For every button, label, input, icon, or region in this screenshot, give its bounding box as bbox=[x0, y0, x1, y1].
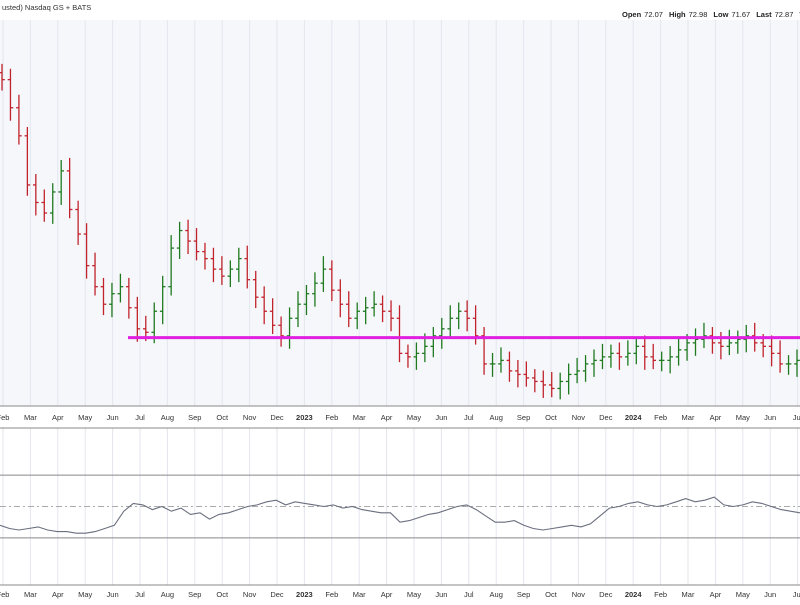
x-tick-label: Jun bbox=[764, 590, 776, 599]
x-tick-label: Mar bbox=[24, 413, 37, 422]
ohlc-value: 72.98 bbox=[689, 10, 708, 19]
ohlc-value: 71.67 bbox=[731, 10, 750, 19]
ohlc-label: Low bbox=[713, 10, 728, 19]
x-tick-label: Apr bbox=[710, 590, 722, 599]
ohlc-value: 72.07 bbox=[644, 10, 663, 19]
x-tick-label: Oct bbox=[216, 590, 229, 599]
x-tick-label: Apr bbox=[381, 413, 393, 422]
ohlc-label: Last bbox=[756, 10, 772, 19]
x-tick-label: Jun bbox=[107, 413, 119, 422]
x-tick-label: May bbox=[407, 413, 421, 422]
x-tick-label: Oct bbox=[545, 590, 558, 599]
x-tick-label: May bbox=[736, 413, 750, 422]
x-tick-label: Jun bbox=[435, 413, 447, 422]
x-tick-label: Apr bbox=[381, 590, 393, 599]
x-tick-label: Nov bbox=[572, 413, 586, 422]
x-tick-label: 2023 bbox=[296, 590, 313, 599]
ohlc-value: 72.87 bbox=[775, 10, 794, 19]
x-tick-label: Sep bbox=[188, 413, 201, 422]
x-tick-label: Jul bbox=[464, 413, 474, 422]
price-chart[interactable]: usted) Nasdaq GS + BATS Open 72.07 High 72.… bbox=[0, 0, 800, 600]
x-tick-label: Apr bbox=[52, 590, 64, 599]
x-tick-label: May bbox=[407, 590, 421, 599]
x-tick-label: Sep bbox=[517, 590, 530, 599]
x-tick-label: Oct bbox=[545, 413, 558, 422]
x-tick-label: Sep bbox=[517, 413, 530, 422]
x-tick-label: Mar bbox=[24, 590, 37, 599]
x-tick-label: Mar bbox=[682, 590, 695, 599]
x-tick-label: May bbox=[78, 590, 92, 599]
x-tick-label: May bbox=[736, 590, 750, 599]
x-tick-label: Aug bbox=[161, 590, 174, 599]
x-tick-label: Jul bbox=[135, 590, 145, 599]
x-tick-label: Dec bbox=[270, 413, 284, 422]
x-tick-label: Jun bbox=[435, 590, 447, 599]
x-tick-label: 2024 bbox=[625, 590, 643, 599]
x-tick-label: Jun bbox=[764, 413, 776, 422]
x-tick-label: Oct bbox=[216, 413, 229, 422]
price-panel bbox=[0, 20, 800, 406]
x-tick-label: Jul bbox=[793, 413, 800, 422]
ohlc-label: High bbox=[669, 10, 686, 19]
x-tick-label: Nov bbox=[572, 590, 586, 599]
x-tick-label: Aug bbox=[161, 413, 174, 422]
x-tick-label: Jun bbox=[107, 590, 119, 599]
x-tick-label: Feb bbox=[325, 413, 338, 422]
x-tick-label: Jul bbox=[135, 413, 145, 422]
x-tick-label: Jul bbox=[464, 590, 474, 599]
x-tick-label: Aug bbox=[490, 413, 503, 422]
x-tick-label: May bbox=[78, 413, 92, 422]
x-tick-label: Aug bbox=[490, 590, 503, 599]
x-tick-label: Nov bbox=[243, 590, 257, 599]
x-tick-label: Feb bbox=[325, 590, 338, 599]
exchange-source-label: usted) Nasdaq GS + BATS bbox=[2, 3, 91, 12]
x-tick-label: Apr bbox=[52, 413, 64, 422]
x-tick-label: Mar bbox=[682, 413, 695, 422]
x-tick-label: Feb bbox=[0, 590, 9, 599]
x-tick-label: Feb bbox=[0, 413, 9, 422]
x-tick-label: Sep bbox=[188, 590, 201, 599]
indicator-panel bbox=[0, 428, 800, 585]
x-tick-label: Dec bbox=[599, 413, 613, 422]
x-tick-label: Dec bbox=[270, 590, 284, 599]
x-tick-label: Apr bbox=[710, 413, 722, 422]
x-tick-label: 2023 bbox=[296, 413, 313, 422]
x-tick-label: Jul bbox=[793, 590, 800, 599]
ohlc-label: Open bbox=[622, 10, 642, 19]
x-tick-label: Nov bbox=[243, 413, 257, 422]
x-tick-label: Feb bbox=[654, 413, 667, 422]
x-tick-label: Mar bbox=[353, 590, 366, 599]
x-tick-label: Feb bbox=[654, 590, 667, 599]
indicator-panel-background bbox=[0, 428, 800, 585]
x-tick-label: 2024 bbox=[625, 413, 643, 422]
x-tick-label: Dec bbox=[599, 590, 613, 599]
stock-chart-window: usted) Nasdaq GS + BATS Open 72.07 High 72.… bbox=[0, 0, 800, 600]
x-tick-label: Mar bbox=[353, 413, 366, 422]
